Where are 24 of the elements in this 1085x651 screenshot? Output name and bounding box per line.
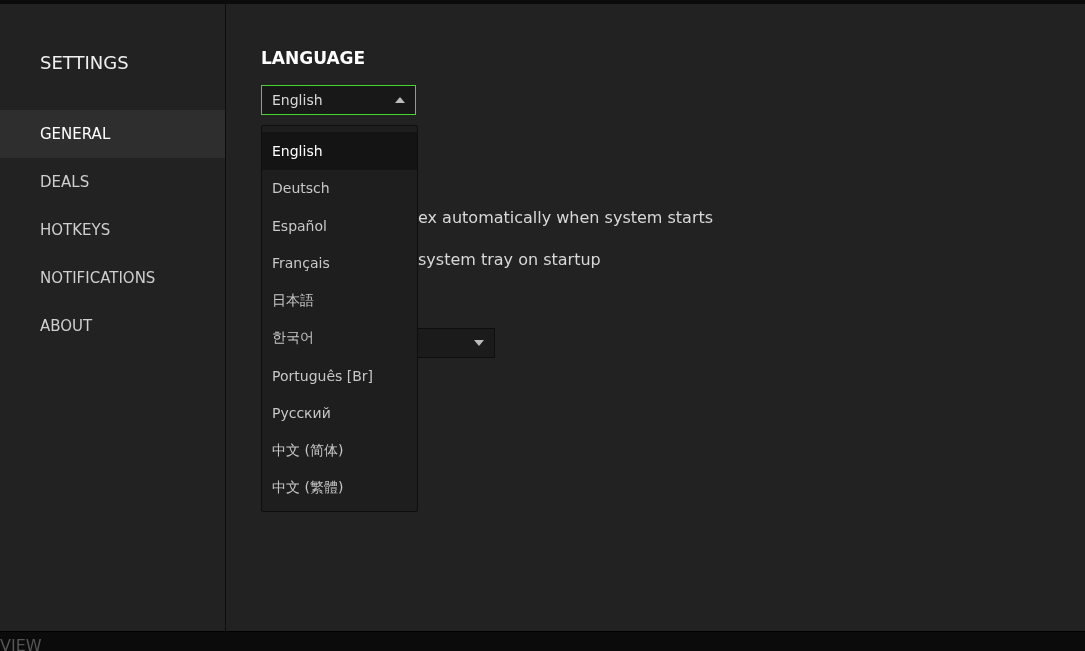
language-option[interactable]: Português [Br] xyxy=(262,357,417,395)
sidebar-item[interactable]: NOTIFICATIONS xyxy=(0,254,225,302)
sidebar-title: SETTINGS xyxy=(39,51,130,75)
language-option[interactable]: English xyxy=(262,132,417,170)
language-select[interactable]: English xyxy=(261,85,416,115)
language-option[interactable]: Deutsch xyxy=(262,169,417,207)
language-option[interactable]: Español xyxy=(262,207,417,245)
dropdown-select[interactable] xyxy=(418,328,495,358)
option-label: system tray on startup xyxy=(418,248,602,271)
language-option[interactable]: 中文 (繁體) xyxy=(262,469,417,507)
sidebar-item[interactable]: GENERAL xyxy=(0,110,225,158)
language-option[interactable]: Русский xyxy=(262,394,417,432)
caret-icon xyxy=(474,340,484,346)
language-option[interactable]: 日本語 xyxy=(262,282,417,320)
section-heading: LANGUAGE xyxy=(261,48,367,70)
sidebar-item[interactable]: ABOUT xyxy=(0,302,225,350)
sidebar-item[interactable]: DEALS xyxy=(0,158,225,206)
bottom-label: VIEW xyxy=(0,638,42,651)
sidebar-item[interactable]: HOTKEYS xyxy=(0,206,225,254)
language-option[interactable]: 한국어 xyxy=(262,319,417,357)
option-label: ex automatically when system starts xyxy=(418,206,715,229)
language-option[interactable]: 中文 (简体) xyxy=(262,432,417,470)
language-option[interactable]: Français xyxy=(262,244,417,282)
caret-icon xyxy=(395,97,405,103)
